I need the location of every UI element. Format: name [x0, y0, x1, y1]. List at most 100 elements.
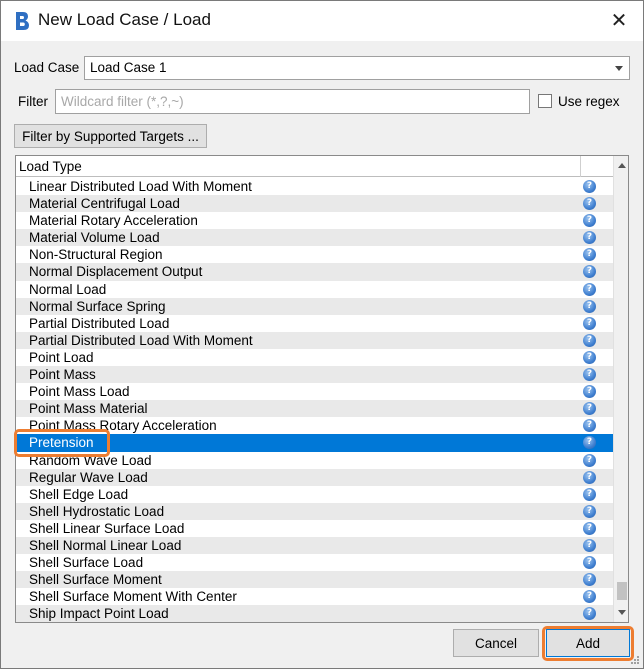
load-type-label: Shell Hydrostatic Load: [29, 503, 165, 519]
load-type-label: Material Volume Load: [29, 230, 160, 246]
use-regex-checkbox[interactable]: [538, 94, 552, 108]
load-type-label: Point Mass Load: [29, 384, 130, 400]
load-type-label: Non-Structural Region: [29, 247, 163, 263]
filter-input[interactable]: [55, 89, 530, 114]
help-icon[interactable]: ?: [583, 590, 596, 604]
table-row[interactable]: Shell Edge Load?: [16, 486, 613, 503]
table-row[interactable]: Shell Hydrostatic Load?: [16, 502, 613, 520]
chevron-down-icon: [615, 66, 623, 71]
help-icon[interactable]: ?: [583, 487, 596, 501]
table-row[interactable]: Point Load?: [16, 349, 613, 366]
close-icon: ✕: [610, 10, 628, 32]
help-icon[interactable]: ?: [583, 453, 596, 467]
table-row[interactable]: Point Mass Material?: [16, 400, 613, 418]
help-icon[interactable]: ?: [583, 299, 596, 313]
load-type-label: Point Load: [29, 349, 94, 365]
cancel-button[interactable]: Cancel: [453, 629, 539, 657]
table-row[interactable]: Point Mass Rotary Acceleration?: [16, 417, 613, 434]
help-icon[interactable]: ?: [583, 521, 596, 535]
help-icon[interactable]: ?: [583, 282, 596, 296]
table-row[interactable]: Shell Surface Moment With Center?: [16, 588, 613, 605]
load-case-dropdown[interactable]: Load Case 1: [84, 56, 630, 80]
use-regex-label: Use regex: [558, 94, 620, 109]
table-row[interactable]: Partial Distributed Load With Moment?: [16, 331, 613, 349]
load-type-label: Point Mass Material: [29, 401, 148, 417]
table-row[interactable]: Point Mass?: [16, 366, 613, 384]
load-type-label: Linear Distributed Load With Moment: [29, 179, 252, 194]
table-row[interactable]: Partial Distributed Load?: [16, 315, 613, 332]
table-row[interactable]: Material Volume Load?: [16, 229, 613, 247]
table-row[interactable]: Random Wave Load?: [16, 452, 613, 469]
table-rows: Linear Distributed Load With Moment? Mate…: [16, 178, 613, 622]
help-icon[interactable]: ?: [583, 402, 596, 416]
load-type-label: Normal Displacement Output: [29, 264, 203, 280]
help-icon[interactable]: ?: [583, 436, 596, 450]
load-type-label: Random Wave Load: [29, 452, 152, 468]
load-case-label: Load Case: [14, 60, 80, 75]
table-row[interactable]: Shell Surface Load?: [16, 554, 613, 571]
load-type-label: Normal Surface Spring: [29, 298, 166, 314]
load-type-label: Shell Edge Load: [29, 486, 129, 502]
table-row[interactable]: Shell Normal Linear Load?: [16, 536, 613, 555]
resize-grip-icon[interactable]: [630, 655, 640, 665]
help-icon[interactable]: ?: [583, 368, 596, 382]
help-icon[interactable]: ?: [583, 607, 596, 621]
load-type-label: Shell Normal Linear Load: [29, 537, 182, 553]
help-icon[interactable]: ?: [583, 248, 596, 262]
table-row[interactable]: Regular Wave Load?: [16, 468, 613, 486]
app-logo-icon: [16, 12, 29, 30]
help-icon[interactable]: ?: [583, 470, 596, 484]
close-button[interactable]: ✕: [599, 5, 639, 37]
scroll-thumb[interactable]: [617, 582, 627, 600]
help-icon[interactable]: ?: [583, 556, 596, 570]
help-icon[interactable]: ?: [583, 385, 596, 399]
load-case-value: Load Case 1: [90, 60, 167, 75]
load-type-label: Ship Impact Point Load: [29, 606, 169, 622]
help-icon[interactable]: ?: [583, 504, 596, 518]
vertical-scrollbar[interactable]: [613, 156, 628, 622]
filter-by-supported-targets-button[interactable]: Filter by Supported Targets ...: [14, 124, 207, 148]
load-type-label: Partial Distributed Load: [29, 315, 170, 331]
table-row[interactable]: Normal Surface Spring?: [16, 297, 613, 315]
load-type-label: Material Centrifugal Load: [29, 196, 180, 212]
table-row[interactable]: Shell Linear Surface Load?: [16, 520, 613, 537]
help-icon[interactable]: ?: [583, 231, 596, 245]
table-row[interactable]: Material Centrifugal Load?: [16, 195, 613, 213]
help-icon[interactable]: ?: [583, 265, 596, 279]
table-row[interactable]: Normal Displacement Output?: [16, 263, 613, 281]
load-type-label: Point Mass: [29, 367, 96, 383]
help-icon[interactable]: ?: [583, 333, 596, 347]
help-icon[interactable]: ?: [583, 573, 596, 587]
column-separator: [580, 156, 581, 177]
load-type-label: Shell Surface Load: [29, 555, 144, 571]
scroll-up-arrow-icon[interactable]: [614, 158, 628, 174]
window-title: New Load Case / Load: [38, 10, 211, 29]
load-type-label: Normal Load: [29, 281, 107, 297]
table-row[interactable]: Material Rotary Acceleration?: [16, 212, 613, 229]
load-type-label: Shell Linear Surface Load: [29, 520, 185, 536]
filter-label: Filter: [18, 94, 48, 109]
table-header: Load Type: [16, 156, 613, 177]
table-row[interactable]: Point Mass Load?: [16, 383, 613, 400]
scroll-down-arrow-icon[interactable]: [614, 604, 628, 620]
help-icon[interactable]: ?: [583, 197, 596, 211]
table-row[interactable]: Ship Impact Point Load?: [16, 605, 613, 622]
load-type-label: Point Mass Rotary Acceleration: [29, 418, 217, 434]
table-row[interactable]: Normal Load?: [16, 281, 613, 298]
load-type-table: Load Type Linear Distributed Load With M…: [15, 155, 629, 623]
help-icon[interactable]: ?: [583, 214, 596, 228]
help-icon[interactable]: ?: [583, 538, 596, 552]
add-button[interactable]: Add: [546, 629, 630, 657]
table-row[interactable]: Linear Distributed Load With Moment?: [16, 178, 613, 195]
table-row[interactable]: Pretension?: [16, 434, 613, 452]
load-type-label: Partial Distributed Load With Moment: [29, 332, 253, 348]
help-icon[interactable]: ?: [583, 350, 596, 364]
help-icon[interactable]: ?: [583, 180, 596, 193]
table-row[interactable]: Shell Surface Moment?: [16, 571, 613, 589]
table-row[interactable]: Non-Structural Region?: [16, 246, 613, 263]
help-icon[interactable]: ?: [583, 419, 596, 433]
load-type-label: Regular Wave Load: [29, 469, 148, 485]
column-header-load-type[interactable]: Load Type: [19, 159, 82, 174]
load-type-label: Material Rotary Acceleration: [29, 213, 198, 229]
help-icon[interactable]: ?: [583, 316, 596, 330]
